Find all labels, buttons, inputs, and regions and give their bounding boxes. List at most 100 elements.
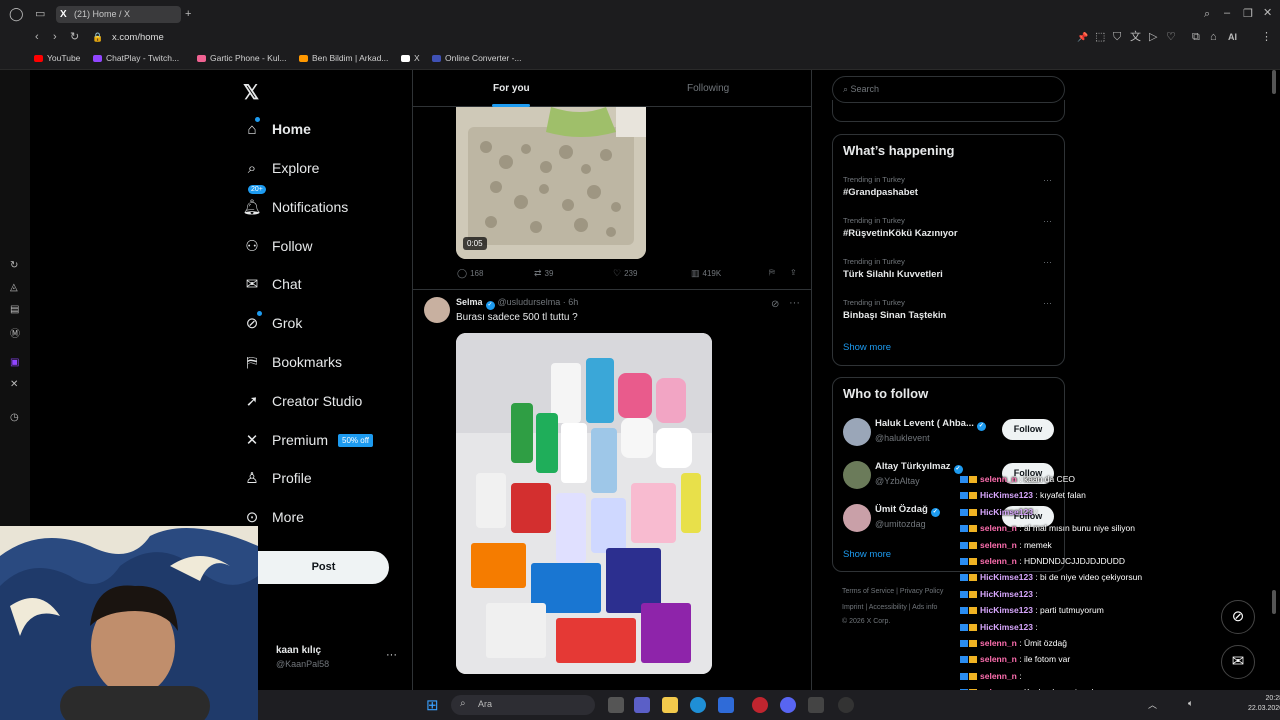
nav-item-bookmarks[interactable]: ⛿ Bookmarks: [242, 348, 342, 376]
search-tabs-icon[interactable]: ⌕: [1204, 7, 1210, 21]
task-view-icon[interactable]: [608, 697, 624, 713]
bookmark-gartic[interactable]: Gartic Phone - Kul...: [197, 53, 287, 63]
follow-suggestion-name[interactable]: Ümit Özdağ ✓: [875, 504, 943, 517]
wallet-icon[interactable]: ⌂: [1210, 30, 1217, 44]
nav-item-premium[interactable]: ✕ Premium 50% off: [242, 426, 373, 454]
system-clock[interactable]: 20:28 22.03.2026: [1248, 694, 1280, 714]
share-icon[interactable]: ⇪: [790, 268, 797, 277]
bookmark-x[interactable]: X: [401, 53, 420, 63]
avatar[interactable]: [843, 418, 871, 446]
pin-icon[interactable]: 📌: [1077, 30, 1088, 44]
post-image[interactable]: [456, 333, 712, 674]
tab-island-icon[interactable]: ▭: [35, 7, 45, 21]
aria-ai-button[interactable]: AI: [1228, 30, 1237, 44]
trend-name[interactable]: #RüşvetinKökü Kazınıyor: [843, 228, 958, 239]
notes-icon[interactable]: ▤: [10, 304, 19, 315]
nav-item-chat[interactable]: ✉ Chat: [242, 270, 302, 298]
follow-suggestion-name[interactable]: Altay Türkyılmaz ✓: [875, 461, 966, 474]
avatar[interactable]: [843, 461, 871, 489]
discord-icon[interactable]: [780, 697, 796, 713]
clock-icon[interactable]: ◷: [10, 412, 19, 423]
opera-logo-icon[interactable]: ◯: [9, 7, 24, 21]
snapshot-icon[interactable]: ⬚: [1095, 30, 1105, 44]
footer-links-1[interactable]: Terms of Service | Privacy Policy: [842, 588, 943, 595]
messenger-icon[interactable]: Ⓜ: [10, 325, 20, 340]
post-author[interactable]: Selma ✓ @usludurselma · 6h: [456, 297, 578, 310]
footer-links-2[interactable]: Imprint | Accessibility | Ads info: [842, 604, 937, 611]
twitch-icon[interactable]: ▣: [10, 357, 19, 368]
x-sidebar-icon[interactable]: ✕: [10, 379, 18, 390]
avatar[interactable]: [843, 504, 871, 532]
messages-float-icon[interactable]: ✉: [1221, 645, 1255, 679]
maximize-icon[interactable]: ❐: [1243, 7, 1253, 21]
nav-item-follow[interactable]: ⚇ Follow: [242, 232, 312, 260]
tab-for-you[interactable]: For you: [493, 83, 530, 94]
history-icon[interactable]: ↻: [10, 260, 18, 271]
grok-post-icon[interactable]: ⊘: [771, 299, 779, 310]
translate-icon[interactable]: 文: [1130, 30, 1141, 44]
grok-float-icon[interactable]: ⊘: [1221, 600, 1255, 634]
windows-start-icon[interactable]: ⊞: [426, 696, 439, 714]
views-button[interactable]: ▥ 419K: [691, 268, 721, 279]
menu-icon[interactable]: ⋮: [1261, 30, 1272, 44]
bookmark-post-icon[interactable]: ⛿: [769, 268, 775, 278]
tray-chevron-icon[interactable]: ︿: [1148, 698, 1157, 711]
scrollbar-thumb-top[interactable]: [1272, 70, 1276, 94]
copilot-icon[interactable]: [634, 697, 650, 713]
store-icon[interactable]: [718, 697, 734, 713]
x-logo-icon[interactable]: 𝕏: [243, 80, 259, 105]
trend-name[interactable]: Binbaşı Sinan Taştekin: [843, 310, 946, 321]
trend-more-icon[interactable]: ···: [1043, 257, 1052, 267]
show-more-follow[interactable]: Show more: [843, 549, 891, 560]
post-more-icon[interactable]: ···: [789, 297, 800, 309]
nav-item-explore[interactable]: ⌕ Explore: [242, 154, 320, 182]
avatar[interactable]: [424, 297, 450, 323]
trend-more-icon[interactable]: ···: [1043, 298, 1052, 308]
bookmark-ben-bildim[interactable]: Ben Bildim | Arkad...: [299, 53, 388, 63]
account-switcher[interactable]: kaan kılıç @KaanPal58 ···: [258, 640, 408, 680]
minimize-icon[interactable]: –: [1224, 6, 1230, 20]
post-button[interactable]: Post: [258, 551, 389, 584]
trend-more-icon[interactable]: ···: [1043, 216, 1052, 226]
nav-item-home[interactable]: ⌂ Home: [242, 115, 311, 143]
show-more-trends[interactable]: Show more: [843, 342, 891, 353]
bookmark-chatplay[interactable]: ChatPlay - Twitch...: [93, 53, 179, 63]
close-window-icon[interactable]: ✕: [1263, 6, 1272, 20]
trend-more-icon[interactable]: ···: [1043, 175, 1052, 185]
forward-icon[interactable]: ›: [53, 30, 57, 44]
page-scrollbar[interactable]: [1270, 70, 1278, 690]
nav-item-grok[interactable]: ⊘ Grok: [242, 309, 302, 337]
play-icon[interactable]: ▷: [1149, 30, 1157, 44]
tab-home-x[interactable]: X (21) Home / X: [56, 6, 181, 23]
heart-icon[interactable]: ♡: [1166, 30, 1176, 44]
shield-icon[interactable]: ⛉: [1113, 30, 1121, 44]
reply-button[interactable]: ◯ 168: [457, 268, 483, 279]
taskbar-search[interactable]: ⌕ Ara: [451, 695, 595, 715]
steam-icon[interactable]: [838, 697, 854, 713]
opera-taskbar-icon[interactable]: [752, 697, 768, 713]
scrollbar-thumb[interactable]: [1272, 590, 1276, 614]
like-button[interactable]: ♡ 239: [613, 268, 637, 279]
repost-button[interactable]: ⇄ 39: [534, 268, 553, 279]
extensions-icon[interactable]: ⧉: [1192, 30, 1200, 44]
back-icon[interactable]: ‹: [35, 30, 39, 44]
new-tab-button[interactable]: +: [185, 7, 191, 21]
trend-name[interactable]: #Grandpashabet: [843, 187, 918, 198]
search-input[interactable]: ⌕ Search: [832, 76, 1065, 103]
volume-icon[interactable]: 🔈︎: [1188, 698, 1193, 709]
tab-following[interactable]: Following: [687, 83, 729, 94]
follow-button[interactable]: Follow: [1002, 419, 1054, 440]
nav-item-notifications[interactable]: 🔔︎ Notifications 20+: [242, 185, 348, 221]
url-field[interactable]: x.com/home: [112, 31, 164, 45]
nav-item-creator-studio[interactable]: ➚ Creator Studio: [242, 387, 363, 415]
nav-item-profile[interactable]: ♙ Profile: [242, 464, 311, 492]
obs-icon[interactable]: [808, 697, 824, 713]
reload-icon[interactable]: ↻: [70, 30, 79, 44]
edge-icon[interactable]: [690, 697, 706, 713]
bookmark-online-converter[interactable]: Online Converter -...: [432, 53, 522, 63]
trend-name[interactable]: Türk Silahlı Kuvvetleri: [843, 269, 943, 280]
follow-suggestion-name[interactable]: Haluk Levent ( Ahba... ✓: [875, 418, 989, 431]
account-more-icon[interactable]: ···: [386, 649, 397, 661]
file-explorer-icon[interactable]: [662, 697, 678, 713]
aria-icon[interactable]: ◬: [10, 282, 18, 293]
